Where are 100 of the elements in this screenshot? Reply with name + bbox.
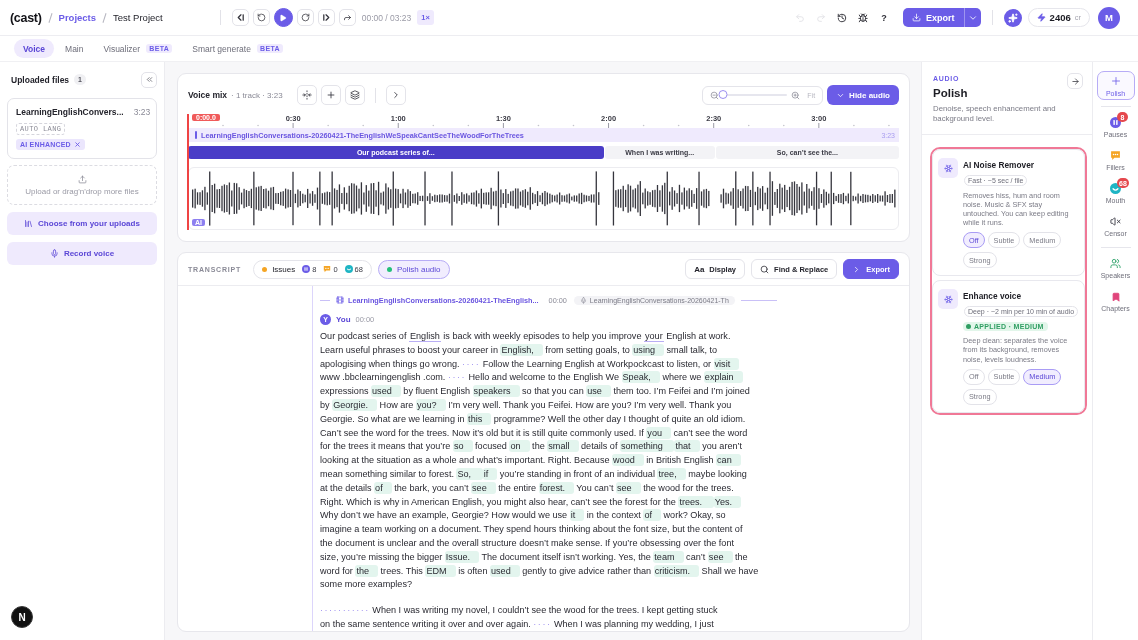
- tab[interactable]: Voice: [14, 39, 55, 58]
- panel-title: Polish: [933, 87, 968, 99]
- transcript-line: Our podcast series of English is back with weekly episodes to help you improve your English at work.: [320, 330, 732, 344]
- card-title: Voice mix: [188, 90, 228, 100]
- search-icon: [760, 264, 770, 274]
- transcript-line: expressions used by fluent English speakers so that you can use them too. I’m Feifei and I’m joined: [320, 385, 751, 399]
- chat-bubble-icon: [323, 265, 332, 273]
- record-voice-button[interactable]: Record voice: [7, 242, 157, 265]
- split-button[interactable]: [296, 85, 317, 105]
- track-meta: · 1 track · 3:23: [231, 90, 283, 100]
- double-chevron-left-icon: [144, 75, 154, 84]
- smile-icon: [1110, 183, 1121, 194]
- transcript-line: Georgie. So what are we learning in this programme? Well the other day I thought of quite an old idiom.: [320, 412, 747, 427]
- file-name: LearningEnglishConvers...: [16, 107, 124, 117]
- film-icon: [336, 296, 344, 304]
- rewind-button[interactable]: [252, 9, 270, 26]
- plus-icon: [325, 90, 336, 100]
- collapse-button[interactable]: [141, 71, 157, 88]
- dropzone-text: Upload or drag'n'drop more files: [25, 186, 139, 196]
- help-button[interactable]: ?: [875, 8, 894, 27]
- undo-icon: [795, 12, 806, 23]
- lightning-icon: [1036, 13, 1046, 22]
- sparkle-button[interactable]: [1003, 8, 1022, 27]
- transcript-line: on the same sentence writing it over and over again. ···· When I was planning my wedding, I just: [320, 617, 715, 631]
- fast-forward-button[interactable]: [296, 9, 314, 26]
- arrow-right-icon: [1070, 76, 1080, 86]
- zoom-in-icon[interactable]: [791, 90, 801, 100]
- transcript-line: www .bbclearningenglish .com. ···· Hello and welcome to the English We Speak, where we explain: [320, 371, 909, 386]
- upload-dropzone[interactable]: Upload or drag'n'drop more files: [7, 165, 157, 205]
- history-icon: [837, 12, 848, 23]
- dot-icon: [386, 266, 392, 272]
- panel-title: Uploaded files: [11, 74, 70, 85]
- transcript-line: mean something similar to forest. So, if you’re standing in front of an individual tree, maybe looking: [320, 467, 748, 482]
- snowflake-icon: [938, 158, 958, 178]
- sparkle-icon: [1007, 12, 1018, 23]
- upload-icon: [77, 174, 87, 184]
- tool-title: Enhance voice: [963, 291, 1022, 302]
- transcript-line: Why don’t we have an example, Georgie? How would we use it in the context of work? Okay, so: [320, 509, 727, 524]
- redo-icon: [816, 12, 827, 23]
- layers-icon: [349, 90, 360, 100]
- microphone-icon: [49, 249, 59, 258]
- polish-audio-filter[interactable]: Polish audio: [377, 259, 450, 279]
- transcript-line: for the trees it means that you’re so focused on the small details of something that you aren’t: [320, 440, 744, 455]
- skip-forward-button[interactable]: [317, 9, 335, 26]
- slider-thumb[interactable]: [718, 90, 728, 99]
- skip-forward-icon: [321, 13, 331, 22]
- close-panel-button[interactable]: [1067, 73, 1083, 89]
- share-button[interactable]: [338, 9, 356, 26]
- transcript-line: imagine a team working on a document. They spend hours thinking about the font size, but the content of: [320, 523, 744, 537]
- transcript-line: some more examples?: [320, 578, 413, 592]
- transcript-line: apologising when things go wrong. ···· Follow the Learning English at Workpockcast to listen, or visit: [320, 357, 909, 372]
- bug-icon: [858, 12, 869, 23]
- smile-icon: [344, 265, 353, 273]
- tab[interactable]: Main: [56, 39, 93, 58]
- muted-speaker-icon: [1110, 216, 1121, 227]
- transcript-line: word for the trees. This EDM is often used gently to give advice rather than criticism. Shall we have: [320, 564, 760, 579]
- library-icon: [24, 219, 34, 228]
- download-icon: [912, 13, 922, 22]
- user-avatar[interactable]: M: [1098, 6, 1120, 29]
- microphone-icon: [579, 296, 587, 304]
- transcript-line: Right. Which is why in American English, you might also hear, can’t see the forest for the trees. Yes.: [320, 495, 909, 510]
- pause-circle-icon: [1110, 117, 1121, 128]
- breadcrumb-current: Test Project: [113, 12, 163, 23]
- dev-tools-badge[interactable]: N: [11, 606, 33, 628]
- close-icon[interactable]: [73, 141, 81, 148]
- hide-audio-button[interactable]: Hide audio: [827, 85, 899, 105]
- skip-back-icon: [235, 13, 245, 22]
- people-icon: [1110, 258, 1121, 269]
- rotate-right-icon: [300, 13, 310, 22]
- forward-arrow-icon: [342, 13, 352, 22]
- app-logo[interactable]: (cast): [10, 10, 42, 25]
- file-duration: 3:23: [133, 107, 151, 117]
- breadcrumb-link[interactable]: Projects: [58, 12, 97, 23]
- rotate-left-icon: [256, 13, 266, 22]
- zoom-out-icon[interactable]: [710, 90, 720, 100]
- font-icon: Aa: [694, 264, 705, 274]
- play-button[interactable]: [273, 8, 293, 27]
- tool-title: AI Noise Remover: [963, 160, 1034, 170]
- transcript-line: size, you’re missing the bigger Issue. The document itself isn’t working. Yes, the team can’t see the: [320, 550, 749, 565]
- dot-icon: [262, 266, 268, 272]
- playback-time: 00:00 / 03:23: [361, 12, 412, 23]
- fold-icon: [301, 90, 312, 100]
- skip-back-button[interactable]: [231, 9, 249, 26]
- transcript-line: the document is unclear and the overall structure doesn’t make sense. If you’re obsessing over the font: [320, 536, 735, 550]
- bookmark-icon: [1110, 291, 1121, 302]
- credits-value: 2406: [1049, 12, 1071, 23]
- speaker-name[interactable]: You: [336, 315, 351, 324]
- chat-bubble-icon: [1110, 150, 1121, 161]
- transcript-line: ··········· When I was writing my novel, I couldn’t see the wood for the trees. I kept getting stuck: [320, 604, 719, 618]
- pause-circle-icon: [302, 265, 311, 273]
- transcript-line: by Georgie. How are you? I’m very well. Thank you Feifei. How are you? I’m very well. Thank you: [320, 399, 733, 413]
- transcript-line: Can’t see the word for the trees. Now it’s old but it is still quite commonly used. If you can’t see the word: [320, 426, 749, 441]
- transcript-line: at the details of the bark, you can’t see the entire forest. You can’t see the wood for the trees.: [320, 481, 735, 496]
- play-icon: [279, 13, 288, 22]
- snowflake-icon: [938, 289, 958, 310]
- transcript-line: Learn useful phrases to boost your career in English, from setting goals, to using small talk, to: [320, 343, 719, 358]
- export-button[interactable]: Export: [903, 8, 964, 27]
- plus-icon: [1109, 74, 1122, 87]
- choose-uploads-button[interactable]: Choose from your uploads: [7, 212, 157, 235]
- layers-button[interactable]: [344, 85, 365, 105]
